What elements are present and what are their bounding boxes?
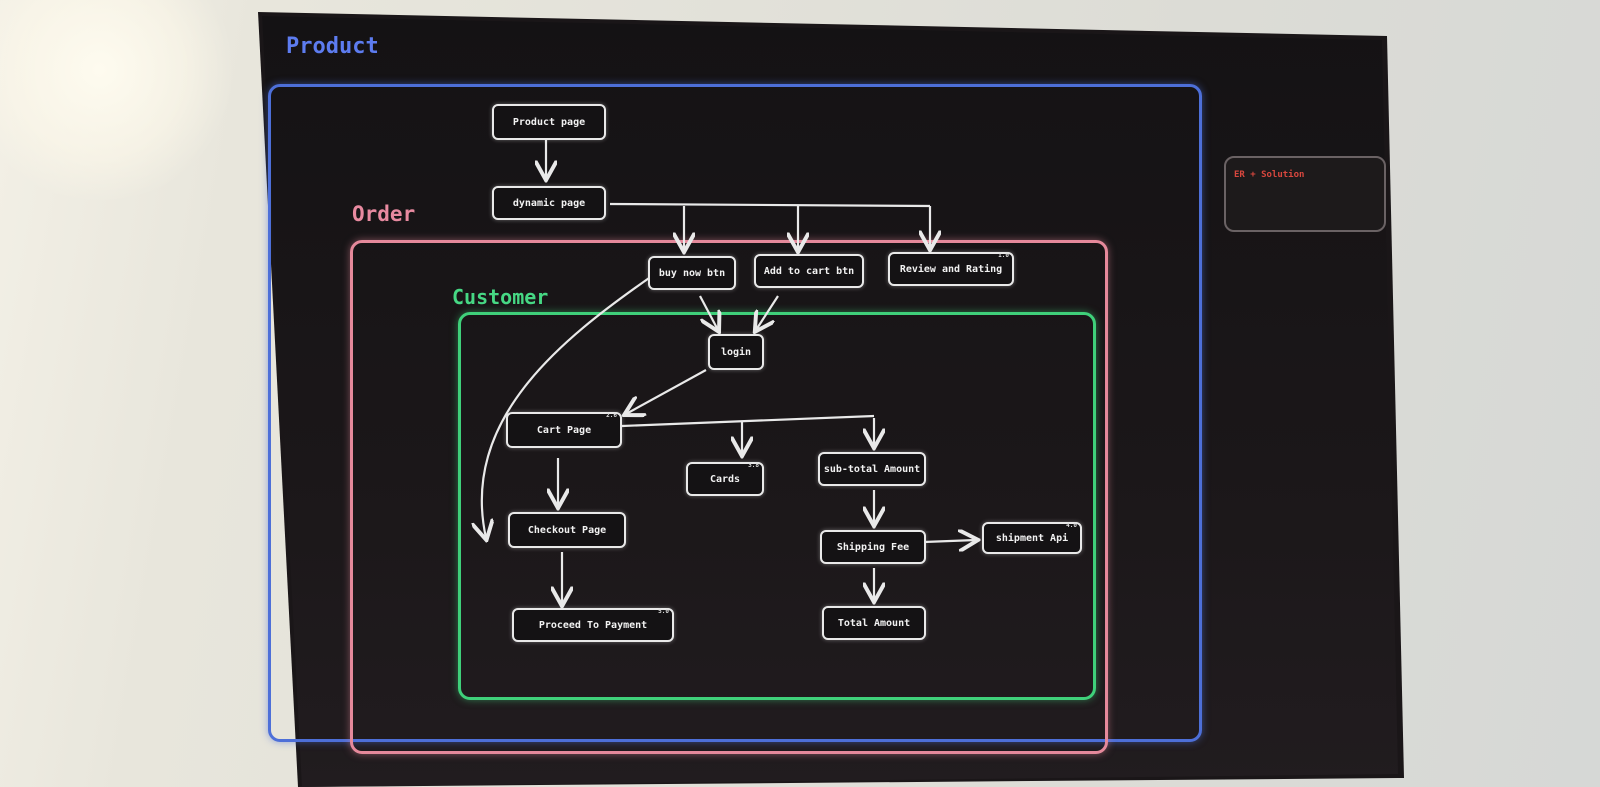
node-shipment-api[interactable]: shipment Api 4.0 bbox=[982, 522, 1082, 554]
node-cart-page-label: Cart Page bbox=[536, 424, 592, 436]
node-buy-now-btn-label: buy now btn bbox=[658, 267, 726, 279]
node-dynamic-page[interactable]: dynamic page bbox=[492, 186, 606, 220]
side-panel-card[interactable]: ER + Solution bbox=[1224, 156, 1386, 232]
node-cards-label: Cards bbox=[709, 473, 741, 485]
node-login-label: login bbox=[720, 346, 752, 358]
node-product-page[interactable]: Product page bbox=[492, 104, 606, 140]
node-subtotal-amount-label: sub-total Amount bbox=[823, 463, 921, 475]
node-shipment-api-label: shipment Api bbox=[995, 532, 1069, 544]
node-total-amount[interactable]: Total Amount bbox=[822, 606, 926, 640]
node-proceed-to-payment[interactable]: Proceed To Payment 5.0 bbox=[512, 608, 674, 642]
node-cart-page[interactable]: Cart Page 2.6 bbox=[506, 412, 622, 448]
node-review-rating-label: Review and Rating bbox=[899, 263, 1003, 275]
node-buy-now-btn[interactable]: buy now btn bbox=[648, 256, 736, 290]
node-dynamic-page-label: dynamic page bbox=[512, 197, 586, 209]
node-shipping-fee[interactable]: Shipping Fee bbox=[820, 530, 926, 564]
node-login[interactable]: login bbox=[708, 334, 764, 370]
node-add-to-cart-btn[interactable]: Add to cart btn bbox=[754, 254, 864, 288]
side-panel-title: ER + Solution bbox=[1234, 170, 1305, 180]
node-checkout-page[interactable]: Checkout Page bbox=[508, 512, 626, 548]
node-checkout-page-label: Checkout Page bbox=[527, 524, 607, 536]
node-add-to-cart-btn-label: Add to cart btn bbox=[763, 265, 855, 277]
node-product-page-label: Product page bbox=[512, 116, 586, 128]
node-subtotal-amount[interactable]: sub-total Amount bbox=[818, 452, 926, 486]
node-review-rating[interactable]: Review and Rating 1.0 bbox=[888, 252, 1014, 286]
node-proceed-to-payment-label: Proceed To Payment bbox=[538, 619, 648, 631]
node-cards[interactable]: Cards 3.8 bbox=[686, 462, 764, 496]
node-total-amount-label: Total Amount bbox=[837, 617, 911, 629]
connector-arrows bbox=[0, 140, 1600, 787]
node-shipping-fee-label: Shipping Fee bbox=[836, 541, 910, 553]
